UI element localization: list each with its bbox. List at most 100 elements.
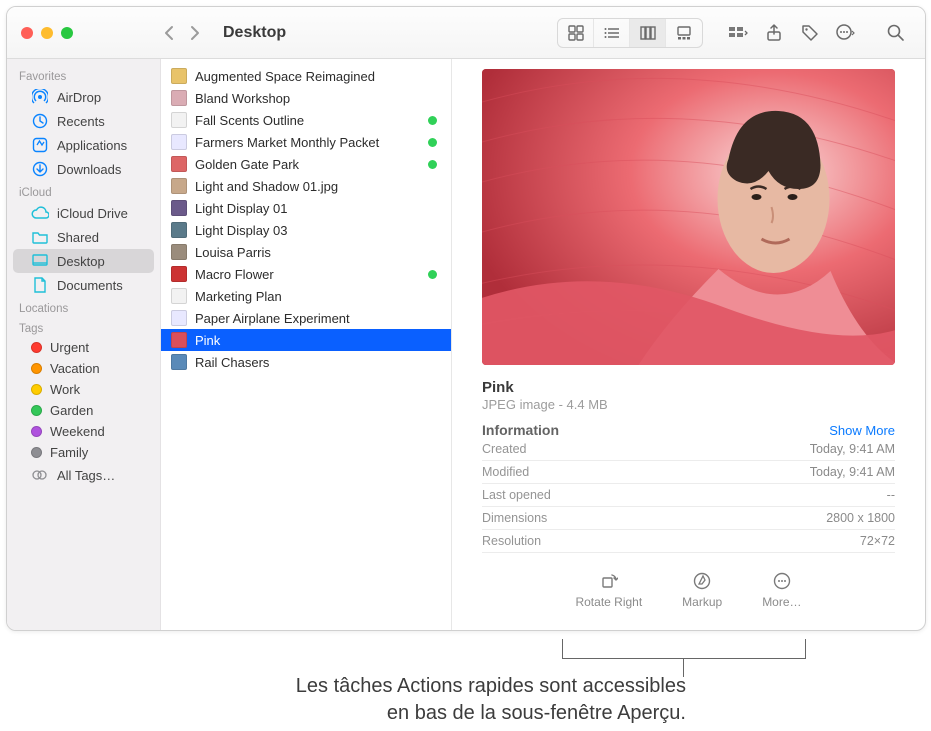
info-value: 72×72: [860, 534, 895, 548]
quick-action-more[interactable]: More…: [762, 571, 801, 609]
info-row: Resolution 72×72: [482, 530, 895, 553]
more-actions-button[interactable]: [831, 19, 861, 47]
tags-button[interactable]: [795, 19, 825, 47]
file-name-label: Fall Scents Outline: [195, 113, 304, 128]
file-row[interactable]: Macro Flower: [161, 263, 451, 285]
search-button[interactable]: [881, 19, 911, 47]
sidebar-item-label: Urgent: [50, 340, 89, 355]
file-row[interactable]: Fall Scents Outline: [161, 109, 451, 131]
file-icon: [171, 68, 187, 84]
file-name-label: Light Display 01: [195, 201, 288, 216]
sidebar-item-desktop[interactable]: Desktop: [13, 249, 154, 273]
file-row[interactable]: Farmers Market Monthly Packet: [161, 131, 451, 153]
preview-thumbnail: [482, 69, 895, 365]
caption-line2: en bas de la sous-fenêtre Aperçu.: [387, 702, 686, 724]
file-row[interactable]: Bland Workshop: [161, 87, 451, 109]
tag-indicator-icon: [428, 270, 437, 279]
file-name-label: Bland Workshop: [195, 91, 290, 106]
more-icon: [772, 571, 792, 591]
sidebar-item-documents[interactable]: Documents: [13, 273, 154, 297]
sidebar-item-icloud-drive[interactable]: iCloud Drive: [13, 201, 154, 225]
markup-icon: [692, 571, 712, 591]
sidebar-item-label: Work: [50, 382, 80, 397]
zoom-button[interactable]: [61, 27, 73, 39]
view-mode-segment: [557, 18, 703, 48]
info-value: --: [887, 488, 895, 502]
share-button[interactable]: [759, 19, 789, 47]
info-key: Resolution: [482, 534, 541, 548]
file-icon: [171, 134, 187, 150]
file-list-column: Augmented Space Reimagined Bland Workshop…: [161, 59, 452, 630]
back-button[interactable]: [161, 25, 177, 41]
file-icon: [171, 266, 187, 282]
sidebar-item-work[interactable]: Work: [13, 379, 154, 400]
caption-line1: Les tâches Actions rapides sont accessib…: [296, 675, 686, 697]
tag-dot-icon: [31, 384, 42, 395]
info-row: Last opened--: [482, 484, 895, 507]
sidebar-item-label: Weekend: [50, 424, 105, 439]
sidebar-item-downloads[interactable]: Downloads: [13, 157, 154, 181]
file-row[interactable]: Golden Gate Park: [161, 153, 451, 175]
sidebar-item-label: Applications: [57, 138, 127, 153]
sidebar-item-shared[interactable]: Shared: [13, 225, 154, 249]
file-row[interactable]: Marketing Plan: [161, 285, 451, 307]
desktop-icon: [31, 252, 49, 270]
sidebar-item-all-tags-[interactable]: All Tags…: [13, 463, 154, 487]
sidebar-item-label: Family: [50, 445, 88, 460]
sidebar-header: Locations: [7, 297, 160, 317]
minimize-button[interactable]: [41, 27, 53, 39]
sidebar-item-label: Downloads: [57, 162, 121, 177]
file-row[interactable]: Rail Chasers: [161, 351, 451, 373]
forward-button[interactable]: [187, 25, 203, 41]
file-row[interactable]: Light and Shadow 01.jpg: [161, 175, 451, 197]
file-name-label: Light and Shadow 01.jpg: [195, 179, 338, 194]
sidebar-header: iCloud: [7, 181, 160, 201]
preview-filename: Pink: [482, 379, 895, 396]
cloud-icon: [31, 204, 49, 222]
finder-window: Desktop FavoritesAirDrop Recents Applicati…: [6, 6, 926, 631]
sidebar-item-urgent[interactable]: Urgent: [13, 337, 154, 358]
file-name-label: Rail Chasers: [195, 355, 269, 370]
info-row: ModifiedToday, 9:41 AM: [482, 461, 895, 484]
file-icon: [171, 332, 187, 348]
file-row[interactable]: Pink: [161, 329, 451, 351]
sidebar-item-applications[interactable]: Applications: [13, 133, 154, 157]
quick-action-markup[interactable]: Markup: [682, 571, 722, 609]
show-more-link[interactable]: Show More: [829, 423, 895, 438]
file-icon: [171, 156, 187, 172]
tag-dot-icon: [31, 342, 42, 353]
info-row: Dimensions2800 x 1800: [482, 507, 895, 530]
file-row[interactable]: Louisa Parris: [161, 241, 451, 263]
quick-action-label: Markup: [682, 595, 722, 609]
info-row: Created Today, 9:41 AM: [482, 438, 895, 461]
file-row[interactable]: Augmented Space Reimagined: [161, 65, 451, 87]
column-view-button[interactable]: [630, 19, 666, 47]
gallery-view-button[interactable]: [666, 19, 702, 47]
file-row[interactable]: Light Display 01: [161, 197, 451, 219]
file-name-label: Pink: [195, 333, 220, 348]
file-row[interactable]: Paper Airplane Experiment: [161, 307, 451, 329]
info-value: Today, 9:41 AM: [810, 442, 895, 456]
sidebar-item-vacation[interactable]: Vacation: [13, 358, 154, 379]
sidebar-item-label: Desktop: [57, 254, 105, 269]
list-view-button[interactable]: [594, 19, 630, 47]
sidebar-item-label: Recents: [57, 114, 105, 129]
group-by-button[interactable]: [723, 19, 753, 47]
sidebar-header: Favorites: [7, 65, 160, 85]
file-row[interactable]: Light Display 03: [161, 219, 451, 241]
sidebar-item-recents[interactable]: Recents: [13, 109, 154, 133]
info-header: Information: [482, 422, 559, 438]
sidebar-item-weekend[interactable]: Weekend: [13, 421, 154, 442]
sidebar-item-garden[interactable]: Garden: [13, 400, 154, 421]
file-icon: [171, 288, 187, 304]
quick-action-rotate[interactable]: Rotate Right: [575, 571, 642, 609]
info-key: Created: [482, 442, 526, 456]
close-button[interactable]: [21, 27, 33, 39]
airdrop-icon: [31, 88, 49, 106]
sidebar-item-family[interactable]: Family: [13, 442, 154, 463]
icon-view-button[interactable]: [558, 19, 594, 47]
tag-indicator-icon: [428, 160, 437, 169]
sidebar-item-airdrop[interactable]: AirDrop: [13, 85, 154, 109]
info-key: Dimensions: [482, 511, 547, 525]
clock-icon: [31, 112, 49, 130]
